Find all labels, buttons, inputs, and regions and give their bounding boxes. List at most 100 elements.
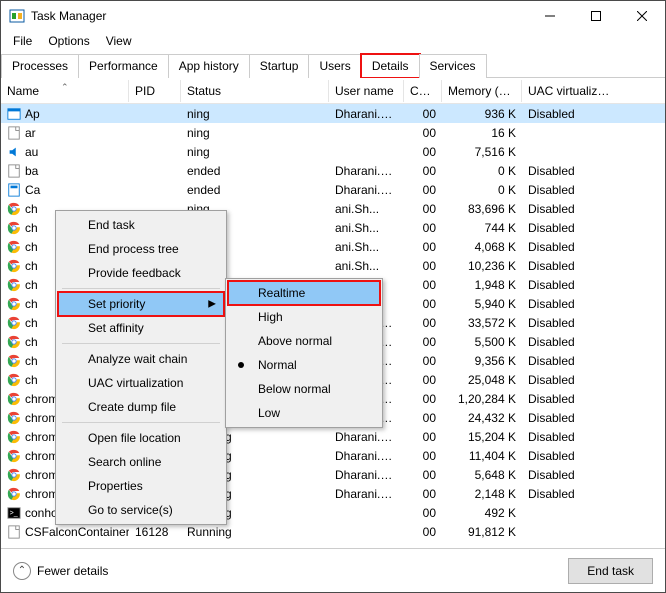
col-pid[interactable]: PID [129, 80, 181, 102]
table-row[interactable]: arning0016 K [1, 123, 665, 142]
fewer-details-button[interactable]: ⌃ Fewer details [13, 562, 108, 580]
tab-services[interactable]: Services [419, 54, 487, 78]
menu-file[interactable]: File [5, 32, 40, 50]
cell-mem: 0 K [442, 163, 522, 179]
cell-user: ani.Sh... [329, 239, 404, 255]
priority-above-normal[interactable]: Above normal [228, 329, 380, 353]
cell-mem: 33,572 K [442, 315, 522, 331]
process-icon [7, 316, 21, 330]
ctx-open-location[interactable]: Open file location [58, 426, 224, 450]
process-name: CSFalconContainer.e [25, 525, 129, 539]
process-name: ba [25, 164, 38, 178]
col-mem[interactable]: Memory (a... [442, 80, 522, 102]
cell-mem: 936 K [442, 106, 522, 122]
window-title: Task Manager [31, 9, 527, 23]
process-icon [7, 278, 21, 292]
priority-below-normal[interactable]: Below normal [228, 377, 380, 401]
cell-user [329, 151, 404, 153]
cell-mem: 2,148 K [442, 486, 522, 502]
cell-pid [129, 189, 181, 191]
ctx-feedback[interactable]: Provide feedback [58, 261, 224, 285]
table-row[interactable]: auning007,516 K [1, 142, 665, 161]
process-name: Ca [25, 183, 40, 197]
tab-processes[interactable]: Processes [1, 54, 79, 78]
table-row[interactable]: baendedDharani.Sh...000 KDisabled [1, 161, 665, 180]
task-manager-window: Task Manager File Options View Processes… [0, 0, 666, 593]
cell-status: ended [181, 182, 329, 198]
tab-users[interactable]: Users [308, 54, 361, 78]
process-icon [7, 449, 21, 463]
tab-performance[interactable]: Performance [78, 54, 169, 78]
table-row[interactable]: CaendedDharani.Sh...000 KDisabled [1, 180, 665, 199]
cell-mem: 1,20,284 K [442, 391, 522, 407]
table-row[interactable]: ApningDharani.Sh...00936 KDisabled [1, 104, 665, 123]
process-icon [7, 221, 21, 235]
cell-cpu: 00 [404, 391, 442, 407]
process-icon [7, 126, 21, 140]
col-name[interactable]: Name⌃ [1, 80, 129, 102]
end-task-button[interactable]: End task [568, 558, 653, 584]
process-name: ch [25, 240, 38, 254]
priority-low[interactable]: Low [228, 401, 380, 425]
process-icon [7, 525, 21, 539]
menu-options[interactable]: Options [40, 32, 97, 50]
priority-normal[interactable]: Normal [228, 353, 380, 377]
cell-user: Dharani.Sh... [329, 486, 404, 502]
col-status[interactable]: Status [181, 80, 329, 102]
ctx-end-tree[interactable]: End process tree [58, 237, 224, 261]
ctx-analyze[interactable]: Analyze wait chain [58, 347, 224, 371]
cell-uac: Disabled [522, 486, 622, 502]
ctx-dump[interactable]: Create dump file [58, 395, 224, 419]
ctx-end-task[interactable]: End task [58, 213, 224, 237]
cell-uac: Disabled [522, 201, 622, 217]
menu-bar: File Options View [1, 31, 665, 51]
cell-uac: Disabled [522, 334, 622, 350]
ctx-properties[interactable]: Properties [58, 474, 224, 498]
tab-details[interactable]: Details [361, 54, 420, 78]
cell-mem: 24,432 K [442, 410, 522, 426]
cell-cpu: 00 [404, 182, 442, 198]
cell-cpu: 00 [404, 277, 442, 293]
process-icon [7, 468, 21, 482]
ctx-set-affinity[interactable]: Set affinity [58, 316, 224, 340]
cell-status: ning [181, 144, 329, 160]
process-icon [7, 202, 21, 216]
ctx-go-services[interactable]: Go to service(s) [58, 498, 224, 522]
ctx-uac[interactable]: UAC virtualization [58, 371, 224, 395]
cell-cpu: 00 [404, 524, 442, 540]
priority-realtime[interactable]: Realtime [228, 281, 380, 305]
cell-uac: Disabled [522, 429, 622, 445]
ctx-search-online[interactable]: Search online [58, 450, 224, 474]
ctx-set-priority[interactable]: Set priority▶ [58, 292, 224, 316]
priority-normal-label: Normal [258, 358, 297, 372]
cell-cpu: 00 [404, 334, 442, 350]
cell-mem: 7,516 K [442, 144, 522, 160]
cell-mem: 1,948 K [442, 277, 522, 293]
col-uac[interactable]: UAC virtualizat... [522, 80, 622, 102]
footer: ⌃ Fewer details End task [1, 548, 665, 592]
process-name: ch [25, 278, 38, 292]
process-name: ch [25, 335, 38, 349]
cell-uac: Disabled [522, 467, 622, 483]
col-cpu[interactable]: CPU [404, 80, 442, 102]
tab-app-history[interactable]: App history [168, 54, 250, 78]
cell-cpu: 00 [404, 372, 442, 388]
col-user[interactable]: User name [329, 80, 404, 102]
cell-cpu: 00 [404, 125, 442, 141]
menu-view[interactable]: View [98, 32, 140, 50]
maximize-button[interactable] [573, 1, 619, 31]
cell-mem: 5,940 K [442, 296, 522, 312]
process-icon [7, 487, 21, 501]
tab-startup[interactable]: Startup [249, 54, 310, 78]
cell-cpu: 00 [404, 201, 442, 217]
cell-uac: Disabled [522, 258, 622, 274]
tab-bar: Processes Performance App history Startu… [1, 51, 665, 78]
title-bar[interactable]: Task Manager [1, 1, 665, 31]
cell-pid [129, 132, 181, 134]
close-button[interactable] [619, 1, 665, 31]
process-icon [7, 297, 21, 311]
cell-cpu: 00 [404, 258, 442, 274]
priority-high[interactable]: High [228, 305, 380, 329]
cell-cpu: 00 [404, 239, 442, 255]
minimize-button[interactable] [527, 1, 573, 31]
